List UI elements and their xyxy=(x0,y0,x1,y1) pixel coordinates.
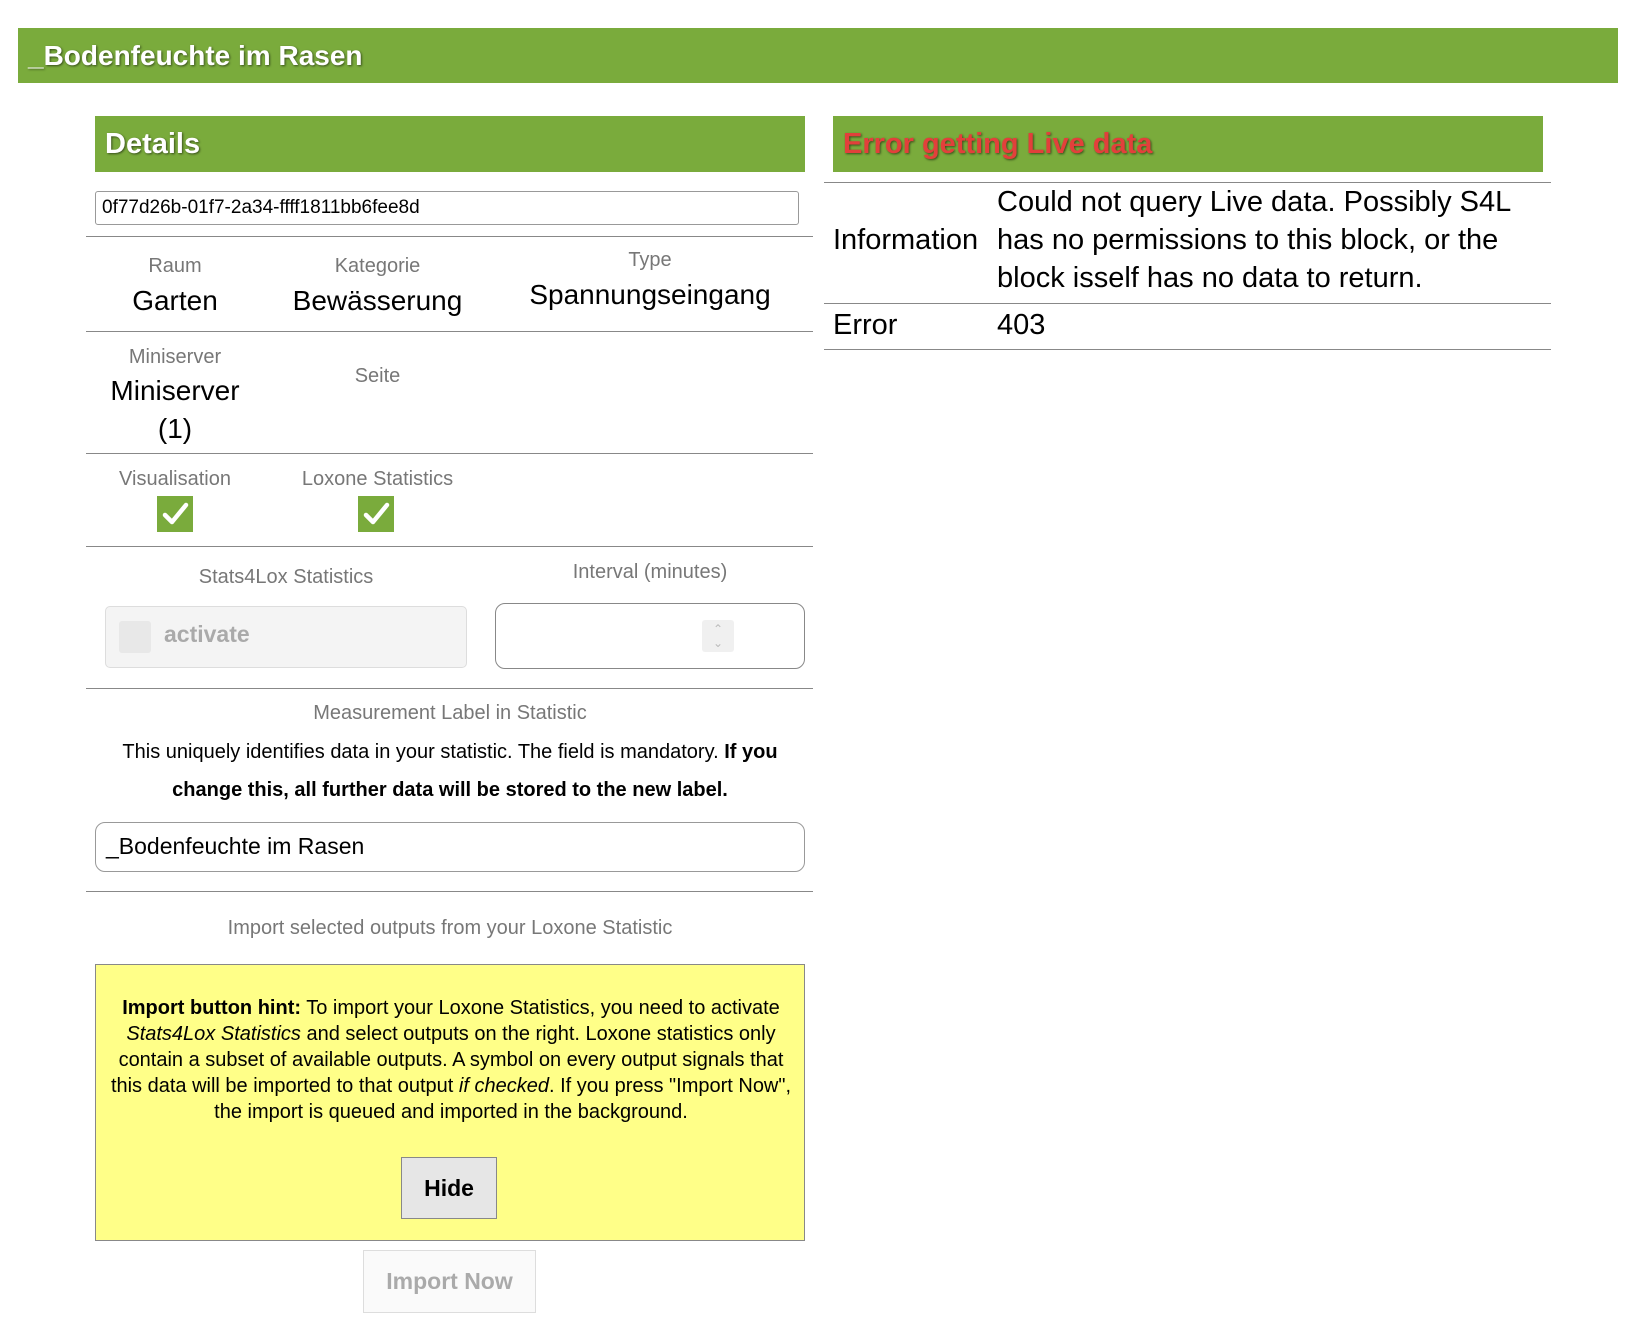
error-label: Error xyxy=(833,309,898,341)
divider xyxy=(86,891,813,892)
hide-button[interactable]: Hide xyxy=(401,1157,497,1219)
uuid-field[interactable]: 0f77d26b-01f7-2a34-ffff1811bb6fee8d xyxy=(95,191,799,225)
kategorie-label: Kategorie xyxy=(334,255,421,277)
divider xyxy=(86,546,813,547)
import-hint-text: Import button hint: To import your Loxon… xyxy=(108,995,794,1125)
measurement-label-title: Measurement Label in Statistic xyxy=(313,702,587,724)
divider xyxy=(86,331,813,332)
import-hint-box: Import button hint: To import your Loxon… xyxy=(95,964,805,1241)
divider xyxy=(86,453,813,454)
raum-value: Garten xyxy=(132,285,218,316)
hint-part1: To import your Loxone Statistics, you ne… xyxy=(306,997,780,1019)
visualisation-label: Visualisation xyxy=(119,468,231,490)
interval-stepper-icon[interactable]: ⌃ ⌄ xyxy=(702,620,734,652)
information-line3: block isself has no data to return. xyxy=(997,262,1423,294)
chevron-down-icon[interactable]: ⌄ xyxy=(702,636,734,650)
loxone-statistics-label: Loxone Statistics xyxy=(301,468,454,490)
divider xyxy=(824,349,1551,350)
raum-label: Raum xyxy=(148,255,202,277)
activate-label: activate xyxy=(164,621,250,647)
chevron-up-icon[interactable]: ⌃ xyxy=(702,622,734,636)
interval-input[interactable]: ⌃ ⌄ xyxy=(495,603,805,669)
type-label: Type xyxy=(628,249,672,271)
information-line2: has no permissions to this block, or the xyxy=(997,224,1499,256)
information-line1: Could not query Live data. Possibly S4L xyxy=(997,186,1512,218)
divider xyxy=(86,236,813,237)
page-title: _Bodenfeuchte im Rasen xyxy=(18,28,1618,83)
seite-label: Seite xyxy=(354,365,401,387)
activate-checkbox[interactable] xyxy=(119,621,151,653)
loxone-statistics-checkbox[interactable] xyxy=(358,496,394,532)
kategorie-value: Bewässerung xyxy=(292,285,463,316)
divider xyxy=(86,688,813,689)
hint-italic2: if checked xyxy=(458,1075,549,1097)
measurement-desc-normal: This uniquely identifies data in your st… xyxy=(122,741,719,763)
hint-bold-prefix: Import button hint: xyxy=(122,997,302,1019)
live-data-error-header: Error getting Live data xyxy=(833,116,1543,172)
divider xyxy=(824,182,1551,183)
checkmark-icon xyxy=(162,502,189,525)
hint-italic1: Stats4Lox Statistics xyxy=(126,1023,301,1045)
activate-toggle[interactable]: activate xyxy=(105,606,467,668)
import-now-button[interactable]: Import Now xyxy=(363,1250,536,1313)
information-label: Information xyxy=(833,224,979,256)
import-title: Import selected outputs from your Loxone… xyxy=(227,917,673,939)
measurement-label-input[interactable]: _Bodenfeuchte im Rasen xyxy=(95,822,805,872)
stats4lox-label: Stats4Lox Statistics xyxy=(198,566,374,588)
miniserver-value-line2: (1) xyxy=(157,413,193,444)
measurement-description: This uniquely identifies data in your st… xyxy=(105,733,795,809)
visualisation-checkbox[interactable] xyxy=(157,496,193,532)
miniserver-value-line1: Miniserver xyxy=(110,375,240,406)
divider xyxy=(824,303,1551,304)
error-value: 403 xyxy=(997,309,1046,341)
interval-label: Interval (minutes) xyxy=(572,561,728,583)
type-value: Spannungseingang xyxy=(529,279,771,310)
checkmark-icon xyxy=(363,502,390,525)
miniserver-label: Miniserver xyxy=(128,346,222,368)
details-header: Details xyxy=(95,116,805,172)
